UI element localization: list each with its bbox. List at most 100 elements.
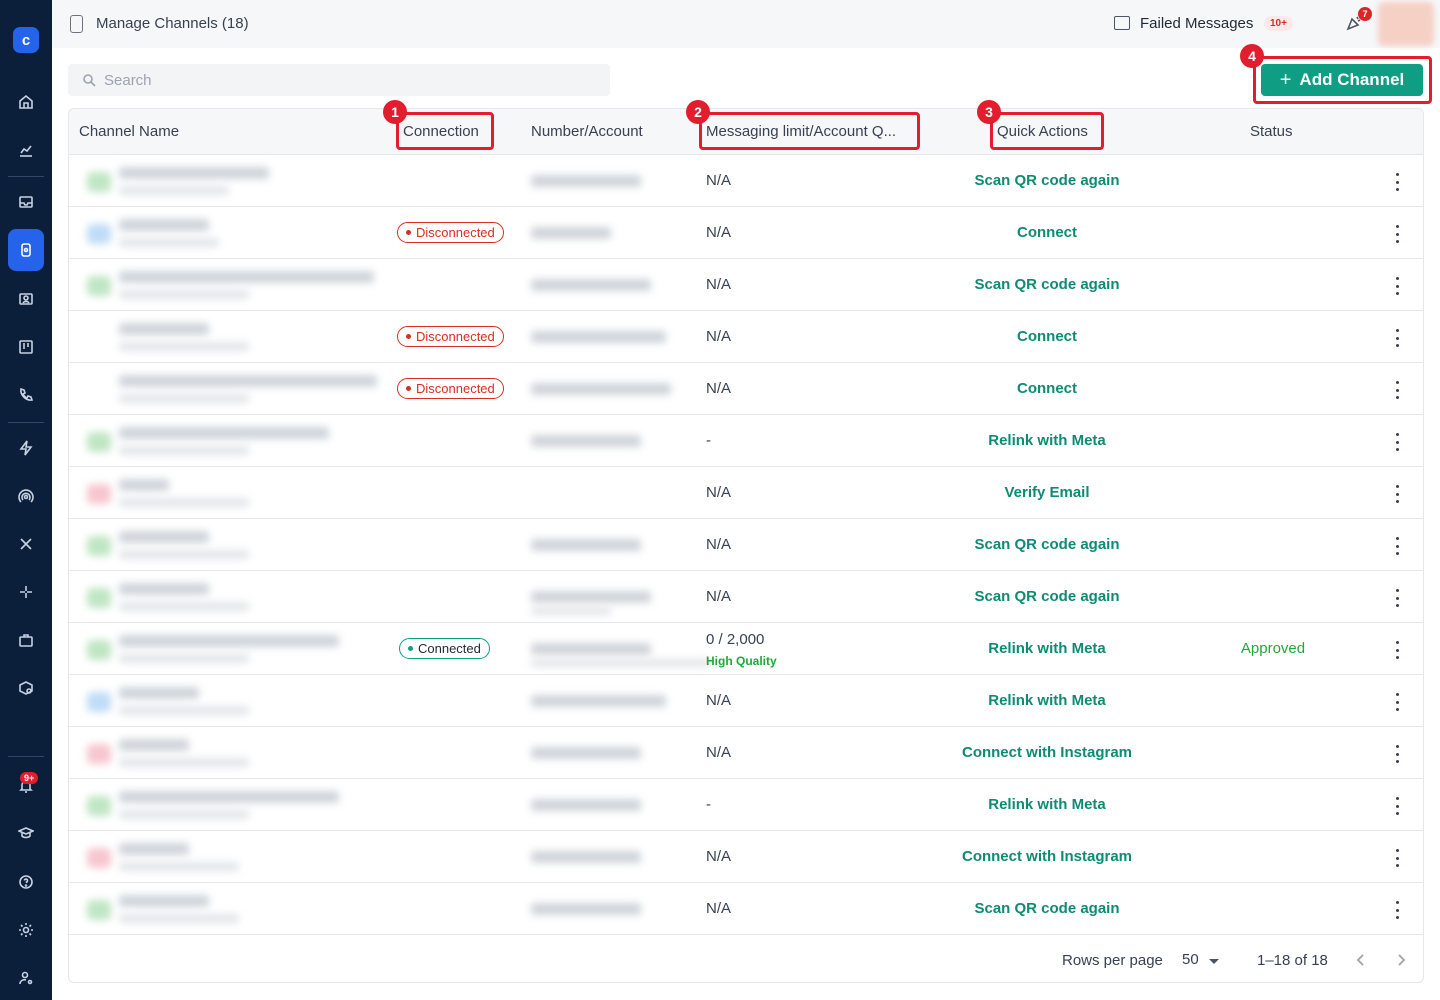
channels-icon[interactable]	[8, 229, 44, 271]
channel-name-redacted	[79, 207, 397, 259]
package-settings-icon[interactable]	[10, 672, 42, 704]
failed-messages-icon[interactable]	[1114, 16, 1130, 30]
account-redacted	[531, 383, 671, 395]
briefcase-icon[interactable]	[10, 624, 42, 656]
table-row[interactable]: Disconnected N/A Connect	[69, 311, 1423, 363]
automation-icon[interactable]	[10, 432, 42, 464]
messaging-limit: N/A	[706, 536, 732, 553]
search-input[interactable]	[104, 64, 604, 96]
quick-action-link[interactable]: Verify Email	[897, 484, 1197, 501]
column-channel-name[interactable]: Channel Name	[79, 123, 179, 140]
table-row[interactable]: N/A Verify Email	[69, 467, 1423, 519]
broadcast-icon[interactable]	[10, 480, 42, 512]
row-menu-icon[interactable]	[1389, 797, 1405, 815]
account-redacted	[531, 175, 641, 187]
table-row[interactable]: N/A Connect with Instagram	[69, 831, 1423, 883]
quick-action-link[interactable]: Connect with Instagram	[897, 848, 1197, 865]
account-redacted	[531, 331, 666, 343]
caret-down-icon[interactable]	[1209, 959, 1219, 964]
table-row[interactable]: Disconnected N/A Connect	[69, 363, 1423, 415]
table-row[interactable]: - Relink with Meta	[69, 415, 1423, 467]
row-menu-icon[interactable]	[1389, 225, 1405, 243]
row-menu-icon[interactable]	[1389, 433, 1405, 451]
help-icon[interactable]	[10, 866, 42, 898]
channel-device-icon	[70, 15, 83, 33]
rows-per-page-select[interactable]: 50	[1182, 951, 1199, 968]
contacts-icon[interactable]	[10, 283, 42, 315]
user-settings-icon[interactable]	[10, 962, 42, 994]
table-row[interactable]: N/A Scan QR code again	[69, 571, 1423, 623]
quick-action-link[interactable]: Connect	[897, 328, 1197, 345]
account-redacted	[531, 435, 641, 447]
row-menu-icon[interactable]	[1389, 485, 1405, 503]
board-icon[interactable]	[10, 331, 42, 363]
table-row[interactable]: - Relink with Meta	[69, 779, 1423, 831]
row-menu-icon[interactable]	[1389, 693, 1405, 711]
next-page-icon[interactable]	[1394, 953, 1408, 967]
table-row[interactable]: N/A Scan QR code again	[69, 155, 1423, 207]
table-row[interactable]: Connected 0 / 2,000 High Quality Relink …	[69, 623, 1423, 675]
pagination-range: 1–18 of 18	[1257, 952, 1328, 969]
quick-action-link[interactable]: Scan QR code again	[897, 276, 1197, 293]
row-menu-icon[interactable]	[1389, 641, 1405, 659]
table-row[interactable]: N/A Scan QR code again	[69, 259, 1423, 311]
quick-action-link[interactable]: Relink with Meta	[897, 796, 1197, 813]
top-bar: Manage Channels (18) Failed Messages 10+…	[52, 0, 1440, 48]
messaging-limit: N/A	[706, 692, 732, 709]
quick-action-link[interactable]: Scan QR code again	[897, 172, 1197, 189]
row-menu-icon[interactable]	[1389, 849, 1405, 867]
row-menu-icon[interactable]	[1389, 329, 1405, 347]
channel-name-redacted	[79, 883, 397, 935]
quick-action-link[interactable]: Connect	[897, 224, 1197, 241]
user-avatar[interactable]	[1378, 2, 1434, 46]
quality-rating: High Quality	[706, 654, 777, 668]
row-menu-icon[interactable]	[1389, 537, 1405, 555]
table-row[interactable]: N/A Connect with Instagram	[69, 727, 1423, 779]
learning-icon[interactable]	[10, 817, 42, 849]
ai-sparkle-icon[interactable]	[10, 576, 42, 608]
row-menu-icon[interactable]	[1389, 745, 1405, 763]
table-row[interactable]: N/A Scan QR code again	[69, 883, 1423, 935]
row-menu-icon[interactable]	[1389, 381, 1405, 399]
quick-action-link[interactable]: Scan QR code again	[897, 536, 1197, 553]
channel-name-redacted	[79, 571, 397, 623]
tools-icon[interactable]	[10, 528, 42, 560]
highlight-connection	[396, 112, 494, 150]
connection-status-badge: Disconnected	[397, 378, 504, 399]
quick-action-link[interactable]: Connect	[897, 380, 1197, 397]
inbox-icon[interactable]	[10, 186, 42, 218]
table-row[interactable]: Disconnected N/A Connect	[69, 207, 1423, 259]
sidebar: c 9+	[0, 0, 52, 1000]
settings-gear-icon[interactable]	[10, 914, 42, 946]
column-status[interactable]: Status	[1250, 123, 1293, 140]
quick-action-link[interactable]: Relink with Meta	[897, 640, 1197, 657]
table-row[interactable]: N/A Relink with Meta	[69, 675, 1423, 727]
analytics-icon[interactable]	[10, 134, 42, 166]
phone-icon[interactable]	[10, 379, 42, 411]
table-row[interactable]: N/A Scan QR code again	[69, 519, 1423, 571]
row-menu-icon[interactable]	[1389, 589, 1405, 607]
annotation-badge-2: 2	[686, 100, 710, 124]
search-icon	[82, 73, 96, 87]
search-box	[68, 64, 610, 96]
channel-name-redacted	[79, 467, 397, 519]
previous-page-icon[interactable]	[1354, 953, 1368, 967]
messaging-limit: N/A	[706, 276, 732, 293]
failed-messages-link[interactable]: Failed Messages	[1140, 15, 1253, 32]
channel-name-redacted	[79, 623, 397, 675]
row-menu-icon[interactable]	[1389, 901, 1405, 919]
channel-name-redacted	[79, 519, 397, 571]
quick-action-link[interactable]: Connect with Instagram	[897, 744, 1197, 761]
column-number-account[interactable]: Number/Account	[531, 123, 643, 140]
quick-action-link[interactable]: Scan QR code again	[897, 900, 1197, 917]
app-logo[interactable]: c	[13, 27, 39, 53]
quick-action-link[interactable]: Relink with Meta	[897, 692, 1197, 709]
messaging-limit: 0 / 2,000	[706, 631, 765, 648]
row-menu-icon[interactable]	[1389, 173, 1405, 191]
quick-action-link[interactable]: Scan QR code again	[897, 588, 1197, 605]
quick-action-link[interactable]: Relink with Meta	[897, 432, 1197, 449]
channel-name-redacted	[79, 311, 397, 363]
channel-name-redacted	[79, 155, 397, 207]
home-icon[interactable]	[10, 86, 42, 118]
row-menu-icon[interactable]	[1389, 277, 1405, 295]
